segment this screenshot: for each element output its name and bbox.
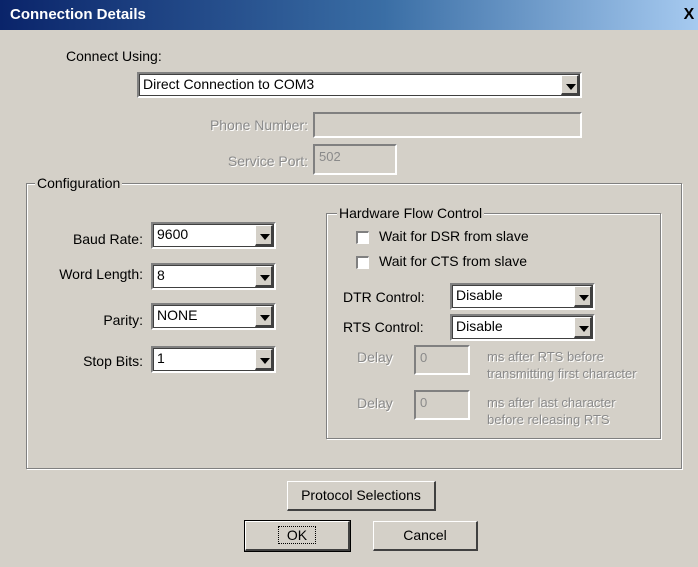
connect-using-label: Connect Using: [66,48,162,64]
chevron-down-icon[interactable] [255,349,273,370]
chevron-down-icon[interactable] [561,75,579,95]
wait-cts-label: Wait for CTS from slave [379,253,528,269]
stop-bits-label: Stop Bits: [83,353,143,369]
close-icon[interactable]: X [680,6,698,24]
chevron-down-icon[interactable] [574,317,592,338]
cancel-button[interactable]: Cancel [373,521,478,551]
rts-control-select[interactable]: Disable [450,314,595,341]
stop-bits-value: 1 [157,350,165,366]
word-length-value: 8 [157,267,165,283]
phone-number-label: Phone Number: [209,117,308,133]
title-bar[interactable]: Connection Details X [0,0,698,30]
ok-button-label: OK [277,526,317,544]
chevron-down-icon[interactable] [255,266,273,287]
service-port-field: 502 [313,144,397,175]
wait-dsr-label: Wait for DSR from slave [379,228,529,244]
hardware-flow-legend: Hardware Flow Control [337,205,485,221]
word-length-select[interactable]: 8 [151,263,276,290]
baud-rate-select[interactable]: 9600 [151,222,276,249]
delay-release-field: 0 [414,390,470,420]
delay-rts-label: Delay [357,349,393,365]
service-port-value: 502 [319,149,341,164]
parity-value: NONE [157,307,198,323]
parity-select[interactable]: NONE [151,303,276,330]
ok-button[interactable]: OK [244,520,351,552]
wait-cts-checkbox[interactable] [356,256,369,269]
rts-control-label: RTS Control: [343,319,424,335]
chevron-down-icon[interactable] [574,286,592,307]
protocol-selections-button[interactable]: Protocol Selections [287,481,436,511]
window-title: Connection Details [10,6,146,23]
delay-rts-value: 0 [420,350,428,365]
service-port-label: Service Port: [227,153,308,169]
delay-release-label: Delay [357,395,393,411]
parity-label: Parity: [103,312,143,328]
delay-release-value: 0 [420,395,428,410]
phone-number-field [313,112,582,138]
delay-rts-desc-1: ms after RTS before [487,349,604,364]
rts-control-value: Disable [456,318,503,334]
wait-dsr-checkbox[interactable] [356,231,369,244]
dtr-control-value: Disable [456,287,503,303]
delay-rts-desc-2: transmitting first character [487,366,637,381]
dtr-control-select[interactable]: Disable [450,283,595,310]
chevron-down-icon[interactable] [255,225,273,246]
baud-rate-label: Baud Rate: [72,231,143,247]
connect-using-select[interactable]: Direct Connection to COM3 [137,72,582,98]
connection-details-dialog: Connection Details X Connect Using: Dire… [0,0,698,567]
configuration-legend: Configuration [35,175,123,191]
word-length-label: Word Length: [59,266,143,282]
connect-using-value: Direct Connection to COM3 [143,76,315,92]
dtr-control-label: DTR Control: [343,289,425,305]
delay-release-desc-1: ms after last character [487,395,616,410]
stop-bits-select[interactable]: 1 [151,346,276,373]
delay-rts-field: 0 [414,345,470,375]
chevron-down-icon[interactable] [255,306,273,327]
baud-rate-value: 9600 [157,226,189,242]
delay-release-desc-2: before releasing RTS [487,412,610,427]
